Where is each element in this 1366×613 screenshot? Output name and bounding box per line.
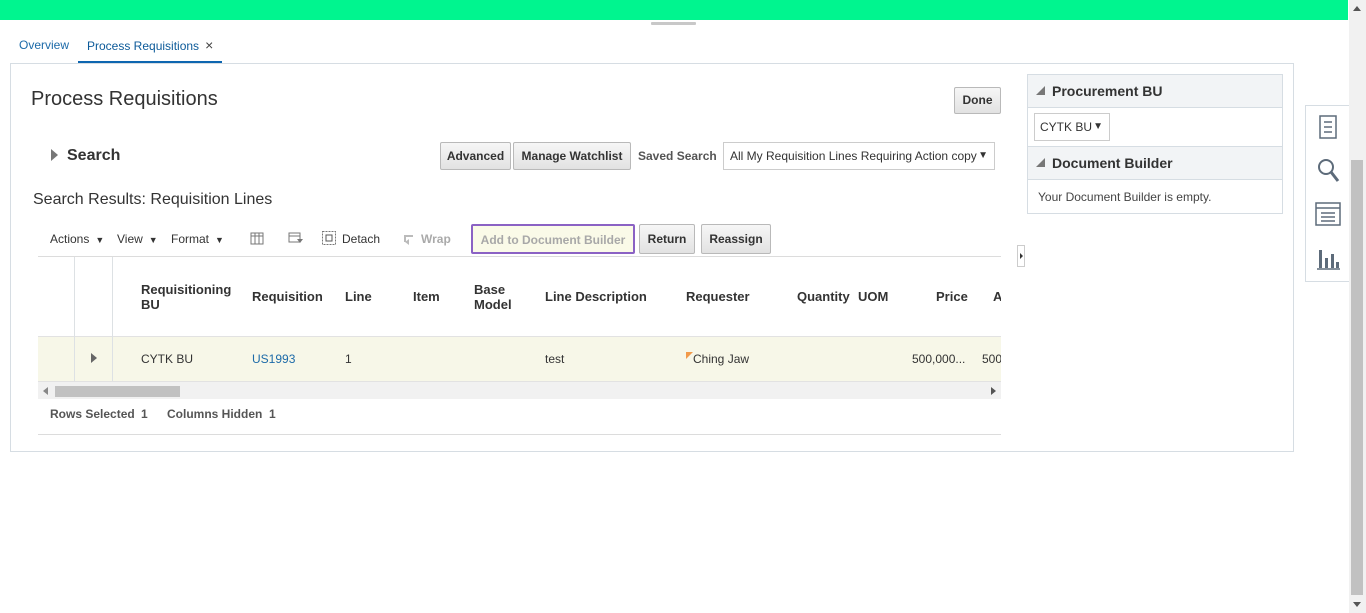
tab-bar: Overview Process Requisitions × [10, 28, 1294, 64]
bar-chart-icon[interactable] [1315, 242, 1341, 272]
drag-grip-handle[interactable] [651, 22, 696, 25]
saved-search-label: Saved Search [638, 149, 717, 163]
column-header-base-model[interactable]: Base Model [474, 282, 524, 312]
scroll-left-icon[interactable] [43, 387, 48, 395]
cell-price: 500,000... [912, 352, 966, 366]
procurement-bu-body: CYTK BU ▼ [1028, 108, 1282, 146]
row-header-column [74, 257, 113, 382]
table-header: Requisitioning BU Requisition Line Item … [38, 257, 1001, 337]
view-menu-label: View [117, 232, 143, 246]
columns-hidden-count: 1 [269, 407, 276, 421]
view-menu[interactable]: View ▼ [117, 232, 158, 246]
results-title: Search Results: Requisition Lines [33, 191, 273, 208]
procurement-bu-title: Procurement BU [1052, 83, 1163, 99]
query-by-example-icon[interactable] [288, 230, 304, 246]
chevron-down-icon: ▼ [978, 150, 988, 161]
procurement-bu-panel: Procurement BU CYTK BU ▼ [1027, 74, 1283, 147]
format-menu-label: Format [171, 232, 210, 246]
procurement-bu-header[interactable]: Procurement BU [1028, 75, 1282, 108]
horizontal-scroll-thumb[interactable] [55, 386, 180, 397]
column-header-requisitioning-bu[interactable]: Requisitioning BU [141, 282, 241, 312]
column-header-requisition[interactable]: Requisition [252, 289, 323, 304]
wrap-button[interactable]: Wrap [421, 232, 451, 246]
chevron-down-icon: ▼ [95, 235, 105, 245]
column-header-uom[interactable]: UOM [858, 289, 888, 304]
vertical-scroll-thumb[interactable] [1351, 160, 1363, 595]
saved-search-select[interactable]: All My Requisition Lines Requiring Actio… [723, 142, 995, 170]
reassign-button[interactable]: Reassign [701, 224, 771, 254]
tab-overview-label: Overview [19, 38, 70, 52]
chevron-down-icon: ▼ [148, 235, 158, 245]
rows-selected-label: Rows Selected [50, 407, 135, 421]
rows-selected-count: 1 [141, 407, 148, 421]
scroll-down-icon[interactable] [1353, 602, 1361, 607]
document-builder-empty-message: Your Document Builder is empty. [1038, 190, 1212, 204]
scroll-right-icon[interactable] [991, 387, 996, 395]
page-title: Process Requisitions [31, 88, 218, 110]
procurement-bu-value: CYTK BU [1040, 120, 1093, 134]
requester-flag-icon [686, 352, 693, 359]
search-disclosure[interactable]: Search [51, 147, 120, 165]
chevron-down-icon: ▼ [1093, 121, 1103, 132]
detach-icon [322, 231, 336, 245]
cell-requester: Ching Jaw [693, 352, 750, 366]
column-header-line[interactable]: Line [345, 289, 372, 304]
column-header-amount[interactable]: A [993, 289, 1001, 304]
column-header-requester[interactable]: Requester [686, 289, 750, 304]
return-button[interactable]: Return [639, 224, 695, 254]
tab-overview[interactable]: Overview [10, 28, 78, 63]
panel-collapse-handle[interactable] [1017, 245, 1025, 267]
table-status-bar: Rows Selected 1 Columns Hidden 1 [38, 399, 1001, 435]
column-header-quantity[interactable]: Quantity [797, 289, 850, 304]
document-icon[interactable] [1315, 112, 1341, 142]
column-header-item[interactable]: Item [413, 289, 440, 304]
side-rail [1305, 105, 1349, 282]
advanced-button[interactable]: Advanced [440, 142, 511, 170]
tab-process-requisitions[interactable]: Process Requisitions × [78, 28, 223, 64]
cell-requisitioning-bu: CYTK BU [141, 352, 194, 366]
freeze-columns-icon[interactable] [249, 230, 265, 246]
document-builder-panel: Document Builder Your Document Builder i… [1027, 146, 1283, 214]
saved-search-value: All My Requisition Lines Requiring Actio… [730, 149, 977, 163]
tab-process-requisitions-label: Process Requisitions [87, 39, 200, 53]
actions-menu[interactable]: Actions ▼ [50, 232, 104, 246]
list-icon[interactable] [1315, 199, 1341, 229]
collapse-triangle-icon [1036, 158, 1045, 167]
close-tab-icon[interactable]: × [205, 37, 213, 53]
procurement-bu-select[interactable]: CYTK BU ▼ [1034, 113, 1110, 141]
done-button[interactable]: Done [954, 87, 1001, 114]
requisition-lines-table: Requisitioning BU Requisition Line Item … [38, 256, 1001, 399]
results-toolbar: Actions ▼ View ▼ Format ▼ Detach Wrap Add t… [38, 224, 998, 254]
wrap-icon [404, 235, 413, 245]
chevron-down-icon: ▼ [215, 235, 224, 245]
requisition-link[interactable]: US1993 [252, 352, 295, 366]
search-label: Search [67, 147, 121, 164]
cell-amount: 500 [982, 352, 1001, 366]
collapse-triangle-icon [1036, 86, 1045, 95]
scroll-up-icon[interactable] [1353, 6, 1361, 11]
document-builder-title: Document Builder [1052, 155, 1173, 171]
actions-menu-label: Actions [50, 232, 90, 246]
manage-watchlist-button[interactable]: Manage Watchlist [513, 142, 631, 170]
add-to-document-builder-button[interactable]: Add to Document Builder [471, 224, 635, 254]
detach-button[interactable]: Detach [342, 232, 380, 246]
cell-line: 1 [345, 352, 352, 366]
top-banner [0, 0, 1348, 20]
format-menu[interactable]: Format ▼ [171, 232, 224, 246]
vertical-scrollbar[interactable] [1349, 0, 1366, 613]
search-icon[interactable] [1315, 156, 1341, 186]
column-header-price[interactable]: Price [936, 289, 968, 304]
document-builder-header[interactable]: Document Builder [1028, 147, 1282, 180]
table-row[interactable]: CYTK BU US1993 1 test Ching Jaw 500,000.… [38, 337, 1001, 381]
expand-triangle-icon [51, 149, 58, 161]
columns-hidden-label: Columns Hidden [167, 407, 263, 421]
cell-line-description: test [545, 352, 565, 366]
horizontal-scrollbar[interactable] [38, 381, 1001, 399]
column-header-line-description[interactable]: Line Description [545, 289, 647, 304]
